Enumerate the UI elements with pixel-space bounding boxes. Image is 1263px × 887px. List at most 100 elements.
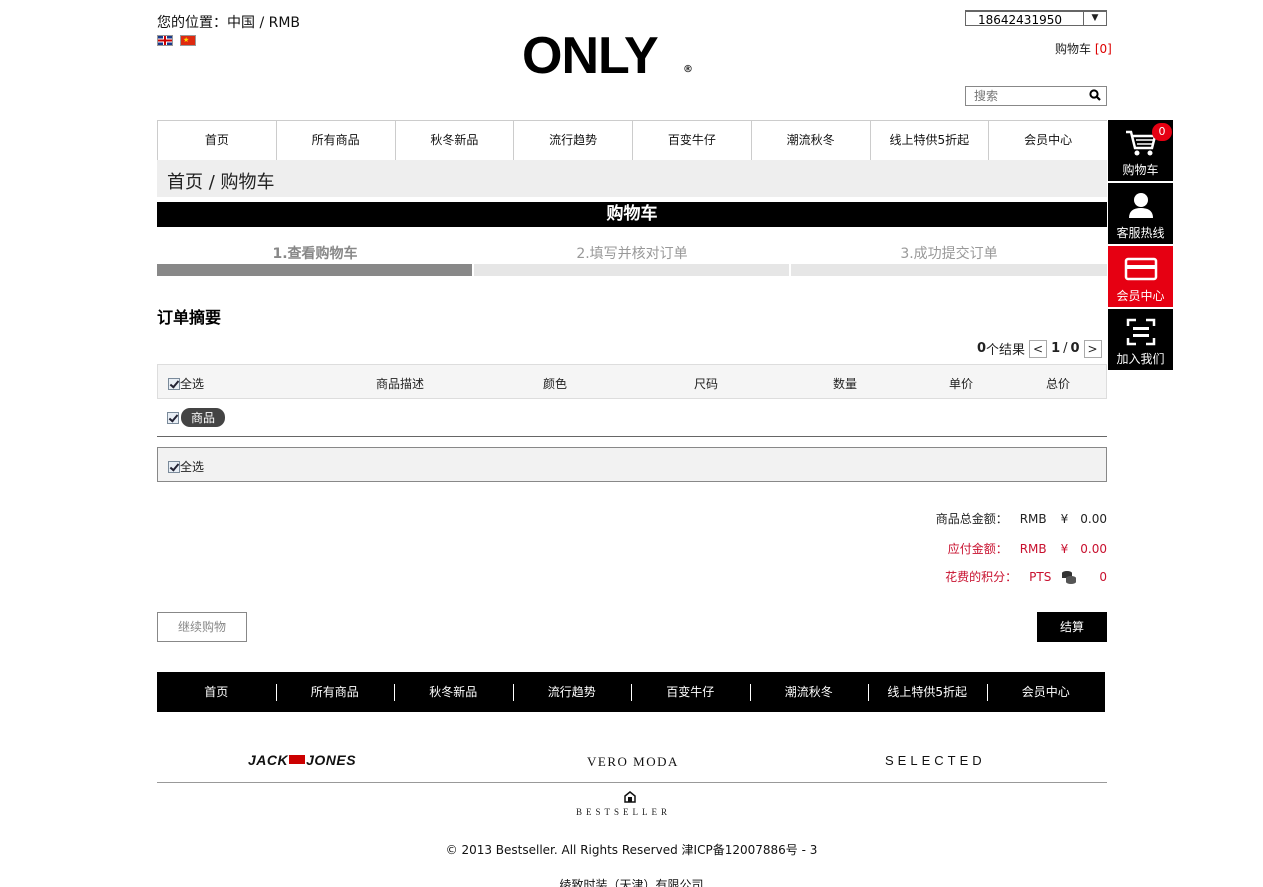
group-checkbox[interactable] <box>167 411 179 424</box>
nav-item-member-center[interactable]: 会员中心 <box>989 121 1107 160</box>
page-separator: / <box>1063 341 1068 356</box>
only-logo[interactable]: ONLY <box>522 28 659 84</box>
footer-nav-trends[interactable]: 流行趋势 <box>512 672 632 712</box>
footer-nav-autumn-winter[interactable]: 潮流秋冬 <box>749 672 869 712</box>
goods-total-label: 商品总金额： <box>935 512 1008 526</box>
select-all-label: 全选 <box>180 377 205 391</box>
total-pages: 0 <box>1070 341 1080 356</box>
chevron-down-icon[interactable]: ▼ <box>1083 12 1106 25</box>
account-select[interactable]: 18642431950 ▼ <box>965 10 1107 26</box>
points-label: 花费的积分： <box>945 570 1018 584</box>
rail-service-label: 客服热线 <box>1116 226 1165 240</box>
card-icon <box>1124 257 1158 281</box>
footer-select-all[interactable]: 全选 <box>168 458 204 475</box>
points-currency: PTS <box>1029 569 1052 584</box>
rail-join-us[interactable]: 加入我们 <box>1108 309 1173 370</box>
payable-yen: ¥ <box>1060 541 1069 556</box>
breadcrumb-text: 首页 / 购物车 <box>167 172 275 193</box>
payable-amount: 0.00 <box>1080 541 1107 556</box>
search-icon[interactable] <box>1089 89 1101 103</box>
footer-nav-new-arrivals[interactable]: 秋冬新品 <box>394 672 513 712</box>
col-color: 颜色 <box>543 377 568 391</box>
goods-total-row: 商品总金额： RMB ¥ 0.00 <box>936 510 1107 527</box>
jack-jones-mark <box>289 755 306 764</box>
jack-jones-left: JACK <box>248 752 289 768</box>
nav-item-all-products[interactable]: 所有商品 <box>277 121 396 160</box>
location-text: 您的位置：中国 / RMB <box>157 15 301 31</box>
main-nav: 首页 所有商品 秋冬新品 流行趋势 百变牛仔 潮流秋冬 线上特供5折起 会员中心 <box>157 120 1107 160</box>
vero-moda-logo[interactable]: VERO MODA <box>587 754 679 770</box>
cart-count-badge: 0 <box>1152 123 1172 141</box>
rail-cart-label: 购物车 <box>1122 163 1159 177</box>
result-count-suffix: 个结果 <box>986 343 1026 358</box>
nav-item-autumn-winter[interactable]: 潮流秋冬 <box>752 121 871 160</box>
rail-customer-service[interactable]: 客服热线 <box>1108 183 1173 244</box>
step-progress-1 <box>157 264 472 276</box>
account-value: 18642431950 <box>978 13 1062 26</box>
nav-item-trends[interactable]: 流行趋势 <box>514 121 633 160</box>
cart-table-header: 全选 商品描述 颜色 尺码 数量 单价 总价 <box>157 364 1107 399</box>
nav-item-denim[interactable]: 百变牛仔 <box>633 121 752 160</box>
footer-nav-online-special[interactable]: 线上特供5折起 <box>868 672 987 712</box>
col-quantity: 数量 <box>833 377 858 391</box>
rail-join-label: 加入我们 <box>1116 352 1165 366</box>
goods-total-amount: 0.00 <box>1080 511 1107 526</box>
points-amount: 0 <box>1099 569 1107 584</box>
group-label: 商品 <box>181 408 226 427</box>
points-row: 花费的积分： PTS 0 <box>945 568 1107 585</box>
col-description: 商品描述 <box>376 377 425 391</box>
page-title: 购物车 <box>157 202 1107 227</box>
step-progress-2 <box>474 264 789 276</box>
uk-flag-icon[interactable] <box>157 35 173 46</box>
next-page-button[interactable]: > <box>1083 339 1102 358</box>
result-count: 0 <box>977 341 987 356</box>
footer-select-all-label: 全选 <box>180 460 205 474</box>
select-all-checkbox[interactable] <box>168 378 180 390</box>
coins-icon <box>1062 570 1077 584</box>
step-fill-order: 2.填写并核对订单 <box>576 246 688 262</box>
language-flags: ★ <box>157 35 196 46</box>
rail-member-center[interactable]: 会员中心 <box>1108 246 1173 307</box>
select-all-header[interactable]: 全选 <box>168 375 204 392</box>
payable-currency: RMB <box>1019 541 1047 556</box>
bestseller-crest-icon <box>624 791 636 803</box>
continue-shopping-button[interactable]: 继续购物 <box>157 612 247 642</box>
col-total-price: 总价 <box>1046 377 1071 391</box>
footer-select-all-checkbox[interactable] <box>168 461 180 473</box>
nav-item-home[interactable]: 首页 <box>157 121 277 160</box>
header-cart-link[interactable]: 购物车 [0] <box>1055 40 1112 57</box>
footer-nav-all-products[interactable]: 所有商品 <box>275 672 395 712</box>
footer-nav-member-center[interactable]: 会员中心 <box>986 672 1106 712</box>
search-box[interactable] <box>965 86 1107 106</box>
divider <box>157 782 1107 783</box>
cart-link-count: [0] <box>1094 42 1112 56</box>
breadcrumb: 首页 / 购物车 <box>157 160 1107 197</box>
china-flag-icon[interactable]: ★ <box>180 35 196 46</box>
bestseller-logo[interactable]: BESTSELLER <box>576 807 671 817</box>
rail-member-label: 会员中心 <box>1116 289 1165 303</box>
prev-page-button[interactable]: < <box>1029 339 1048 358</box>
product-group-row: 商品 <box>167 408 226 427</box>
pagination: 0 个结果 < 1 / 0 > <box>977 339 1102 358</box>
footer-nav-denim[interactable]: 百变牛仔 <box>631 672 750 712</box>
jack-jones-logo[interactable]: JACK JONES <box>248 752 356 768</box>
payable-row: 应付金额： RMB ¥ 0.00 <box>948 540 1107 557</box>
cart-link-label: 购物车 <box>1055 42 1092 56</box>
step-view-cart: 1.查看购物车 <box>272 246 358 262</box>
checkout-button[interactable]: 结算 <box>1037 612 1107 642</box>
order-summary-title: 订单摘要 <box>157 308 222 327</box>
registered-mark: ® <box>683 64 693 75</box>
goods-total-yen: ¥ <box>1060 511 1069 526</box>
search-input[interactable] <box>966 87 1081 105</box>
step-submit-order: 3.成功提交订单 <box>900 246 998 262</box>
col-unit-price: 单价 <box>949 377 974 391</box>
footer-select-all-bar: 全选 <box>157 447 1107 482</box>
selected-logo[interactable]: SELECTED <box>885 753 986 768</box>
col-size: 尺码 <box>694 377 719 391</box>
footer-nav-home[interactable]: 首页 <box>157 672 276 712</box>
copyright-text: © 2013 Bestseller. All Rights Reserved 津… <box>445 843 818 857</box>
nav-item-new-arrivals[interactable]: 秋冬新品 <box>396 121 515 160</box>
footer-nav: 首页 所有商品 秋冬新品 流行趋势 百变牛仔 潮流秋冬 线上特供5折起 会员中心 <box>157 672 1105 712</box>
user-icon <box>1129 193 1153 218</box>
nav-item-online-special[interactable]: 线上特供5折起 <box>871 121 990 160</box>
